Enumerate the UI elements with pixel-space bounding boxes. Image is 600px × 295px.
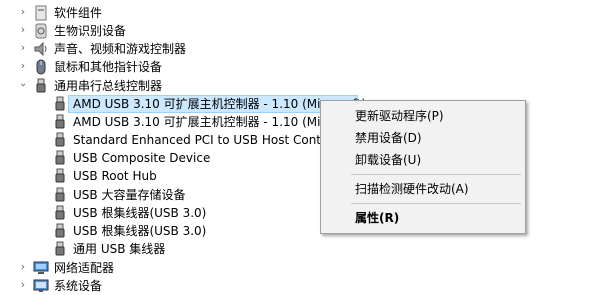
software-component-icon xyxy=(35,5,47,21)
usb-plug-icon xyxy=(36,78,46,93)
menu-separator xyxy=(351,174,521,175)
menu-item-scan-hardware-changes[interactable]: 扫描检测硬件改动(A) xyxy=(321,178,525,200)
tree-item-usb-controllers[interactable]: › 通用串行总线控制器 xyxy=(0,77,360,95)
menu-separator xyxy=(351,203,521,204)
tree-item-system[interactable]: › 系统设备 xyxy=(0,277,360,295)
context-menu: 更新驱动程序(P) 禁用设备(D) 卸载设备(U) 扫描检测硬件改动(A) 属性… xyxy=(320,100,526,234)
tree-item-label: Standard Enhanced PCI to USB Host Contro… xyxy=(73,133,353,147)
tree-item-label: USB 大容量存储设备 xyxy=(73,188,186,202)
usb-plug-icon xyxy=(55,187,65,202)
tree-item-label: USB 根集线器(USB 3.0) xyxy=(73,206,207,220)
usb-plug-icon xyxy=(55,223,65,238)
chevron-right-icon[interactable]: › xyxy=(18,42,28,53)
menu-item-update-driver[interactable]: 更新驱动程序(P) xyxy=(321,105,525,127)
tree-item-label: 通用 USB 集线器 xyxy=(73,242,166,256)
tree-item-label: 声音、视频和游戏控制器 xyxy=(54,42,187,56)
tree-item-biometric[interactable]: › 生物识别设备 xyxy=(0,22,360,40)
tree-item-label: 网络适配器 xyxy=(54,261,115,275)
chevron-right-icon[interactable]: › xyxy=(18,60,28,71)
speaker-icon xyxy=(34,41,47,57)
chevron-down-icon[interactable]: › xyxy=(17,80,30,90)
tree-item-usb-child[interactable]: USB 根集线器(USB 3.0) xyxy=(0,204,360,222)
tree-item-usb-child[interactable]: 通用 USB 集线器 xyxy=(0,240,360,258)
tree-item-label: USB 根集线器(USB 3.0) xyxy=(73,224,207,238)
tree-item-label: 软件组件 xyxy=(54,6,103,20)
chevron-right-icon[interactable]: › xyxy=(18,24,28,35)
tree-item-label: 通用串行总线控制器 xyxy=(54,79,163,93)
usb-plug-icon xyxy=(55,241,65,256)
usb-plug-icon xyxy=(55,96,65,111)
usb-plug-icon xyxy=(55,150,65,165)
menu-item-properties[interactable]: 属性(R) xyxy=(321,207,525,229)
network-adapter-icon xyxy=(33,261,49,274)
tree-item-usb-child[interactable]: AMD USB 3.10 可扩展主机控制器 - 1.10 (Microsoft) xyxy=(0,113,366,131)
usb-plug-icon xyxy=(55,205,65,220)
tree-item-mice[interactable]: › 鼠标和其他指针设备 xyxy=(0,58,360,76)
chevron-right-icon[interactable]: › xyxy=(18,6,28,17)
tree-item-usb-child[interactable]: USB Root Hub xyxy=(0,167,360,185)
mouse-icon xyxy=(36,59,46,75)
tree-item-usb-child[interactable]: Standard Enhanced PCI to USB Host Contro… xyxy=(0,131,360,149)
tree-item-software-components[interactable]: › 软件组件 xyxy=(0,4,360,22)
tree-item-usb-child[interactable]: USB Composite Device xyxy=(0,149,360,167)
usb-plug-icon xyxy=(55,114,65,129)
tree-item-sound[interactable]: › 声音、视频和游戏控制器 xyxy=(0,40,360,58)
chevron-right-icon[interactable]: › xyxy=(18,261,28,272)
tree-item-label: 系统设备 xyxy=(54,279,103,293)
tree-item-network[interactable]: › 网络适配器 xyxy=(0,259,360,277)
tree-item-usb-child[interactable]: AMD USB 3.10 可扩展主机控制器 - 1.10 (Microsoft) xyxy=(0,95,366,113)
usb-plug-icon xyxy=(55,132,65,147)
menu-item-disable-device[interactable]: 禁用设备(D) xyxy=(321,127,525,149)
system-device-icon xyxy=(33,279,49,292)
tree-item-label: USB Composite Device xyxy=(73,151,211,165)
menu-item-uninstall-device[interactable]: 卸载设备(U) xyxy=(321,149,525,171)
usb-plug-icon xyxy=(55,168,65,183)
tree-item-label: 鼠标和其他指针设备 xyxy=(54,60,163,74)
tree-item-label: 生物识别设备 xyxy=(54,24,127,38)
tree-item-label: USB Root Hub xyxy=(73,169,157,183)
tree-item-usb-child[interactable]: USB 大容量存储设备 xyxy=(0,186,360,204)
fingerprint-device-icon xyxy=(35,23,47,39)
tree-item-usb-child[interactable]: USB 根集线器(USB 3.0) xyxy=(0,222,360,240)
chevron-right-icon[interactable]: › xyxy=(18,279,28,290)
